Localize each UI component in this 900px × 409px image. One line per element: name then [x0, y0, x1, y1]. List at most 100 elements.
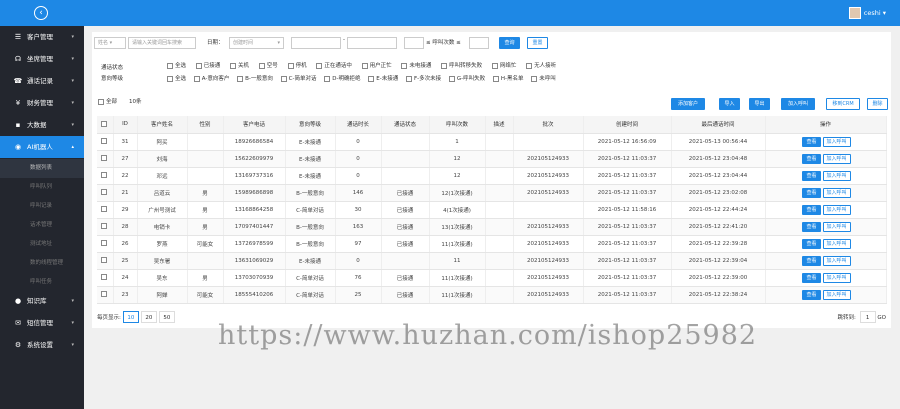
row-checkbox[interactable] [100, 189, 107, 196]
sidebar-item-ai-robot[interactable]: ◉ AI机器人 ▴ [0, 136, 84, 158]
subitem-test-address[interactable]: 测试地址 [0, 235, 84, 254]
level-c-checkbox[interactable]: C-简单对话 [280, 75, 317, 82]
status-not-connected-checkbox[interactable]: 未电接通 [401, 62, 431, 69]
status-suspended-checkbox[interactable]: 停机 [287, 62, 307, 69]
table-row[interactable]: 23 阿婵 可能女 18555410206 C-简单对话 25 已接通 11(1次接通) 202… [97, 286, 887, 304]
table-row[interactable]: 27 刘海 15622609979 E-未接通 0 12 202105124933 2021-… [97, 150, 887, 168]
table-row[interactable]: 21 吕道云男 15989686898 B-一般意向 146 已接通 12(1次接通) 202… [97, 184, 887, 202]
page-size-50[interactable]: 50 [158, 311, 175, 323]
subitem-data-list[interactable]: 数据列表 [0, 159, 84, 178]
status-all-checkbox[interactable]: 全选 [167, 62, 186, 69]
row-checkbox[interactable] [100, 206, 107, 213]
subitem-call-queue[interactable]: 呼叫队列 [0, 178, 84, 197]
view-button[interactable]: 查看 [802, 204, 821, 215]
row-checkbox[interactable] [100, 223, 107, 230]
calls-min-input[interactable] [404, 37, 424, 49]
level-g-checkbox[interactable]: G-呼叫失败 [448, 75, 485, 82]
status-transfer-fail-checkbox[interactable]: 呼叫转移失败 [441, 62, 482, 69]
row-checkbox[interactable] [100, 138, 107, 145]
header-checkbox[interactable] [100, 121, 107, 127]
level-h-checkbox[interactable]: H-黑名单 [492, 75, 523, 82]
status-no-answer-checkbox[interactable]: 无人接听 [526, 62, 556, 69]
view-button[interactable]: 查看 [802, 255, 821, 266]
view-button[interactable]: 查看 [802, 238, 821, 249]
level-e-checkbox[interactable]: E-未接通 [368, 75, 398, 82]
status-busy-call-checkbox[interactable]: 正在通话中 [316, 62, 352, 69]
subitem-script-manage[interactable]: 话术管理 [0, 216, 84, 235]
go-button[interactable]: GO [877, 315, 886, 321]
row-checkbox[interactable] [100, 291, 107, 298]
status-user-busy-checkbox[interactable]: 用户正忙 [361, 62, 392, 69]
table-row[interactable]: 31 阿买 18926686584 E-未接通 0 1 2021-05-12 16:56:0… [97, 133, 887, 151]
page-size-10[interactable]: 10 [122, 311, 139, 323]
page-size-20[interactable]: 20 [140, 311, 157, 323]
jump-input[interactable]: 1 [859, 311, 876, 323]
status-connected-checkbox[interactable]: 已接通 [195, 62, 220, 69]
add-call-button[interactable]: 加入呼叫 [822, 272, 851, 283]
sidebar-item-calls[interactable]: ☎ 通话记录 ▾ [0, 70, 84, 92]
date-start-input[interactable] [291, 37, 341, 49]
table-row[interactable]: 22 邓远 13169737316 E-未接通 0 12 202105124933 2021-… [97, 167, 887, 185]
user-menu[interactable]: ceshi ▾ [848, 6, 886, 20]
sidebar-item-finance[interactable]: ¥ 财务管理 ▾ [0, 92, 84, 114]
add-to-call-button[interactable]: 加入呼叫 [781, 98, 815, 110]
search-button[interactable]: 查询 [499, 37, 520, 49]
add-call-button[interactable]: 加入呼叫 [822, 289, 851, 300]
move-to-crm-button[interactable]: 移到CRM [826, 98, 860, 110]
subitem-thread-manage[interactable]: 数的线程管理 [0, 254, 84, 273]
view-button[interactable]: 查看 [802, 289, 821, 300]
sidebar-item-agents[interactable]: ☊ 坐席管理 ▾ [0, 48, 84, 70]
add-call-button[interactable]: 加入呼叫 [822, 153, 851, 164]
row-checkbox[interactable] [100, 240, 107, 247]
sidebar-item-sms[interactable]: ✉ 短信管理 ▾ [0, 312, 84, 334]
table-row[interactable]: 25 吴东署 13631069029 E-未接通 0 11 202105124933 2021… [97, 252, 887, 270]
calls-max-input[interactable] [469, 37, 489, 49]
add-call-button[interactable]: 加入呼叫 [822, 136, 851, 147]
row-checkbox[interactable] [100, 155, 107, 162]
level-a-checkbox[interactable]: A-意向客户 [193, 75, 229, 82]
date-type-select[interactable]: 创建时间 ▾ [229, 37, 284, 49]
level-b-checkbox[interactable]: B-一般意向 [237, 75, 273, 82]
add-call-button[interactable]: 加入呼叫 [822, 238, 851, 249]
view-button[interactable]: 查看 [802, 136, 821, 147]
delete-button[interactable]: 删除 [867, 98, 888, 110]
sidebar-item-knowledge[interactable]: ● 知识库 ▾ [0, 290, 84, 312]
add-call-button[interactable]: 加入呼叫 [822, 255, 851, 266]
level-d-checkbox[interactable]: D-明确拒绝 [324, 75, 360, 82]
field-select[interactable]: 姓名 ▾ [94, 37, 126, 49]
sidebar-item-customers[interactable]: ☰ 客户管理 ▾ [0, 26, 84, 48]
status-network-busy-checkbox[interactable]: 网络忙 [491, 62, 516, 69]
row-checkbox[interactable] [100, 257, 107, 264]
add-call-button[interactable]: 加入呼叫 [822, 221, 851, 232]
table-row[interactable]: 24 吴东男 13703070939 C-简单对话 76 已接通 11(1次接通) 20210… [97, 269, 887, 287]
add-customer-button[interactable]: 添加客户 [671, 98, 705, 110]
view-button[interactable]: 查看 [802, 153, 821, 164]
export-button[interactable]: 导出 [749, 98, 770, 110]
reset-button[interactable]: 重置 [527, 37, 548, 49]
table-row[interactable]: 29 广州号测试男 13168864258 C-简单对话 30 已接通 4(1次接通) 202… [97, 201, 887, 219]
table-row[interactable]: 26 罗燕 可能女 13726978599 B-一般意向 97 已接通 11(1次接通) 202… [97, 235, 887, 253]
view-button[interactable]: 查看 [802, 272, 821, 283]
add-call-button[interactable]: 加入呼叫 [822, 187, 851, 198]
view-button[interactable]: 查看 [802, 170, 821, 181]
row-checkbox[interactable] [100, 274, 107, 281]
date-end-input[interactable] [347, 37, 397, 49]
chevron-left-icon[interactable]: ‹ [34, 6, 48, 20]
level-f-checkbox[interactable]: F-多次未接 [405, 75, 441, 82]
add-call-button[interactable]: 加入呼叫 [822, 204, 851, 215]
subitem-call-records[interactable]: 呼叫记录 [0, 197, 84, 216]
status-poweroff-checkbox[interactable]: 关机 [230, 62, 249, 69]
sidebar-item-settings[interactable]: ⚙ 系统设置 ▾ [0, 334, 84, 356]
import-button[interactable]: 导入 [719, 98, 740, 110]
select-all[interactable]: 全部 [98, 97, 117, 107]
view-button[interactable]: 查看 [802, 187, 821, 198]
status-empty-checkbox[interactable]: 空号 [258, 62, 278, 69]
sidebar-item-bigdata[interactable]: ▪ 大数据 ▾ [0, 114, 84, 136]
level-uncalled-checkbox[interactable]: 未呼叫 [531, 75, 556, 82]
search-input[interactable]: 请输入关键词回车搜索 [128, 37, 196, 49]
table-row[interactable]: 28 电销卡男 17097401447 B-一般意向 163 已接通 13(1次接通) 202… [97, 218, 887, 236]
add-call-button[interactable]: 加入呼叫 [822, 170, 851, 181]
view-button[interactable]: 查看 [802, 221, 821, 232]
row-checkbox[interactable] [100, 172, 107, 179]
level-all-checkbox[interactable]: 全选 [167, 75, 186, 82]
